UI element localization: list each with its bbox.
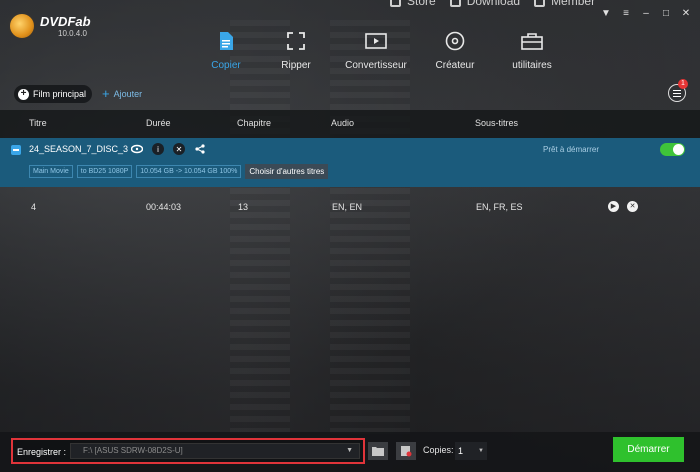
window-controls: ▼ ≡ – □ ✕ xyxy=(600,9,692,19)
tag-main-movie[interactable]: Main Movie xyxy=(29,165,73,178)
footer-bar: Enregistrer : F:\ [ASUS SDRW-08D2S-U] ▼ … xyxy=(0,432,700,472)
save-to-label: Enregistrer : xyxy=(17,447,67,457)
app-logo: DVDFab 10.0.4.0 xyxy=(8,12,91,40)
disc-actions: i ✕ xyxy=(131,143,206,155)
enable-toggle[interactable] xyxy=(660,143,685,156)
add-button[interactable]: + Ajouter xyxy=(102,86,142,101)
member-icon xyxy=(534,0,546,7)
tab-utilitaires[interactable]: utilitaires xyxy=(484,30,580,71)
folder-icon xyxy=(372,447,384,456)
copies-select[interactable]: 1 ▼ xyxy=(455,442,487,460)
table-row[interactable]: 4 00:44:03 13 EN, EN EN, FR, ES ▶ ✕ xyxy=(0,198,700,216)
sub-toolbar: + Film principal + Ajouter xyxy=(14,85,142,103)
bluray-icon xyxy=(131,143,143,155)
play-icon[interactable]: ▶ xyxy=(608,201,619,212)
collapse-icon[interactable] xyxy=(11,145,21,155)
tab-copier[interactable]: Copier xyxy=(186,30,266,71)
task-queue-button[interactable]: 1 xyxy=(668,79,688,102)
plus-icon: + xyxy=(102,86,110,101)
disc-tags: Main Movie to BD25 1080P 10.054 GB -> 10… xyxy=(29,164,329,179)
list-icon xyxy=(673,89,681,97)
disc-settings-icon xyxy=(401,446,412,457)
col-subtitles: Sous-titres xyxy=(475,118,519,128)
info-icon[interactable]: i xyxy=(152,143,164,155)
store-icon xyxy=(390,0,401,7)
col-chapter: Chapitre xyxy=(237,118,272,128)
col-duration: Durée xyxy=(146,118,171,128)
app-name: DVDFab xyxy=(40,13,91,29)
chevron-down-icon: ▼ xyxy=(478,448,484,454)
iso-settings-button[interactable] xyxy=(396,442,416,460)
start-button[interactable]: Démarrer xyxy=(613,437,684,462)
main-movie-button[interactable]: + Film principal xyxy=(14,85,93,103)
copies-label: Copies: xyxy=(423,445,454,455)
download-icon xyxy=(449,0,461,7)
download-link[interactable]: Download xyxy=(449,0,520,8)
tag-output-format[interactable]: to BD25 1080P xyxy=(76,165,133,178)
chevron-down-icon: ▼ xyxy=(346,447,353,454)
col-audio: Audio xyxy=(331,118,355,128)
save-to-select[interactable]: F:\ [ASUS SDRW-08D2S-U] ▼ xyxy=(70,443,360,459)
cell-duration: 00:44:03 xyxy=(146,202,182,212)
tag-size: 10.054 GB -> 10.054 GB 100% xyxy=(136,165,242,178)
disc-name: 24_SEASON_7_DISC_3 xyxy=(29,144,129,154)
app-version: 10.0.4.0 xyxy=(58,28,87,38)
dropdown-icon[interactable]: ▼ xyxy=(600,9,612,19)
toolbox-icon xyxy=(521,30,543,52)
disc-group-row: 24_SEASON_7_DISC_3 i ✕ Prêt à démarrer M… xyxy=(0,138,700,187)
save-to-area: Enregistrer : F:\ [ASUS SDRW-08D2S-U] ▼ xyxy=(11,438,365,464)
tab-createur[interactable]: Créateur xyxy=(426,30,484,71)
table-header: Titre Durée Chapitre Audio Sous-titres xyxy=(0,110,700,138)
maximize-icon[interactable]: □ xyxy=(660,9,672,19)
top-bar: DVDFab 10.0.4.0 Store Download Member ▼ … xyxy=(0,0,700,108)
menu-icon[interactable]: ≡ xyxy=(620,9,632,19)
tab-ripper[interactable]: Ripper xyxy=(266,30,326,71)
member-link[interactable]: Member xyxy=(534,0,595,8)
notification-badge: 1 xyxy=(678,79,688,89)
converter-film-icon xyxy=(365,30,387,52)
browse-folder-button[interactable] xyxy=(368,442,388,460)
dvdfab-logo-icon xyxy=(8,12,36,40)
cell-audio: EN, EN xyxy=(332,202,363,212)
cell-chapter: 13 xyxy=(238,202,249,212)
plus-circle-icon: + xyxy=(18,88,29,100)
close-icon[interactable]: ✕ xyxy=(680,9,692,19)
remove-row-icon[interactable]: ✕ xyxy=(627,201,638,212)
choose-titles-button[interactable]: Choisir d'autres titres xyxy=(245,164,329,179)
cell-title: 4 xyxy=(31,202,37,212)
cell-subtitles: EN, FR, ES xyxy=(476,202,523,212)
share-icon[interactable] xyxy=(194,143,206,155)
tab-convertisseur[interactable]: Convertisseur xyxy=(326,30,426,71)
ripper-icon xyxy=(285,30,307,52)
status-text: Prêt à démarrer xyxy=(543,145,600,154)
disc-creator-icon xyxy=(444,30,466,52)
top-links: Store Download Member xyxy=(390,0,595,8)
store-link[interactable]: Store xyxy=(390,0,436,8)
copy-document-icon xyxy=(215,30,237,52)
minimize-icon[interactable]: – xyxy=(640,9,652,19)
remove-icon[interactable]: ✕ xyxy=(173,143,185,155)
col-title: Titre xyxy=(29,118,47,128)
main-nav: Copier Ripper Convertisseur Créateur uti… xyxy=(186,30,580,71)
